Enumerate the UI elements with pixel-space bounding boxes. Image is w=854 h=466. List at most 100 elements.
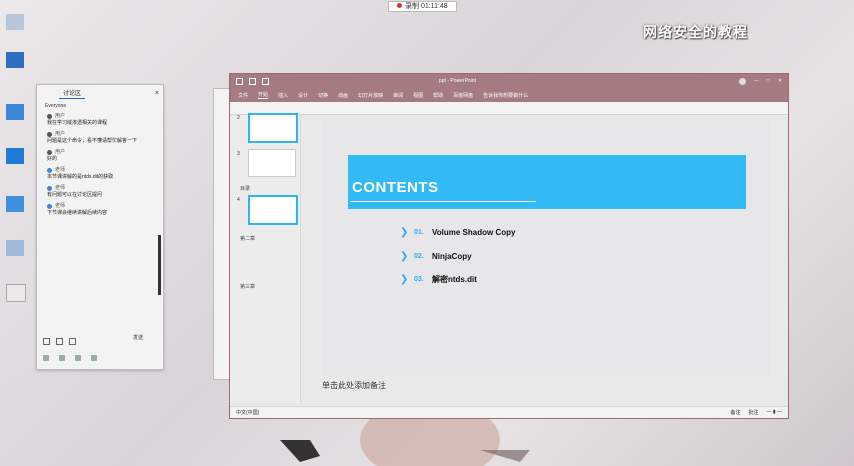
slide-thumbnails: 2 3 目录 4 第二章 第三章 — [230, 113, 301, 403]
tab-view[interactable]: 视图 — [413, 92, 423, 99]
chat-text: 下节课会继续讲解后续内容 — [47, 210, 108, 216]
notes-pane[interactable]: 单击此处添加备注 — [322, 380, 386, 391]
chat-text: 问题是这个命令，看不懂请帮忙解答一下 — [47, 138, 138, 144]
section-label[interactable]: 第三章 — [240, 283, 255, 290]
thumb-number: 4 — [237, 197, 240, 203]
item-text: NinjaCopy — [432, 252, 472, 261]
title-underline — [350, 201, 536, 202]
section-label[interactable]: 目录 — [240, 185, 250, 192]
chat-sender: 老师 — [55, 185, 66, 191]
file-icon[interactable] — [69, 338, 76, 345]
close-icon[interactable]: ✕ — [778, 78, 782, 84]
zoom-slider[interactable]: — ▮ — — [766, 409, 782, 416]
camera-icon[interactable] — [59, 355, 65, 361]
close-icon[interactable]: × — [155, 90, 159, 97]
ribbon-tabs: 文件 开始 插入 设计 切换 动画 幻灯片放映 审阅 视图 帮助 百度网盘 告诉… — [230, 88, 788, 102]
tab-design[interactable]: 设计 — [298, 92, 308, 99]
item-number: 03. — [414, 276, 424, 283]
desktop-icon[interactable] — [6, 284, 26, 302]
tab-transitions[interactable]: 切换 — [318, 92, 328, 99]
notes-button[interactable]: 备注 — [730, 409, 740, 416]
mic-icon[interactable] — [43, 355, 49, 361]
contents-item: ❯ 03. 解密ntds.dit — [400, 274, 477, 285]
desktop-icon[interactable] — [6, 148, 24, 164]
chat-sender: 老师 — [55, 167, 66, 173]
comments-button[interactable]: 批注 — [748, 409, 758, 416]
tab-slideshow[interactable]: 幻灯片放映 — [358, 92, 383, 99]
tab-insert[interactable]: 插入 — [278, 92, 288, 99]
slide-thumbnail[interactable] — [248, 113, 298, 143]
desktop-icon[interactable] — [6, 240, 24, 256]
minimize-icon[interactable]: — — [754, 78, 759, 84]
thumb-number: 2 — [237, 115, 240, 121]
tell-me-search[interactable]: 告诉我你想要做什么 — [483, 92, 528, 99]
thumb-number: 3 — [237, 151, 240, 157]
chevron-right-icon: ❯ — [400, 274, 409, 285]
chevron-right-icon: ❯ — [400, 251, 409, 262]
save-icon[interactable] — [236, 77, 243, 85]
window-controls: — □ ✕ — [738, 77, 782, 85]
ribbon-toolbar[interactable] — [230, 102, 788, 115]
title-bar: ppt - PowerPoint — □ ✕ — [230, 74, 788, 88]
chat-panel: 讨论区 × Everyone 用户 我在学习域渗透相关的课程 用户 问题是这个命… — [36, 84, 164, 370]
chat-message: 用户 问题是这个命令，看不懂请帮忙解答一下 — [37, 129, 163, 147]
contents-item: ❯ 01. Volume Shadow Copy — [400, 227, 515, 238]
chat-audience[interactable]: Everyone — [37, 101, 163, 111]
undo-icon[interactable] — [249, 77, 256, 85]
tab-animations[interactable]: 动画 — [338, 92, 348, 99]
desktop-icon[interactable] — [6, 52, 24, 68]
item-number: 01. — [414, 229, 424, 236]
slide-thumbnail[interactable] — [248, 149, 296, 177]
chat-message: 用户 好的 — [37, 147, 163, 165]
send-button[interactable]: 发送 — [133, 334, 143, 341]
slide-thumbnail-current[interactable] — [248, 195, 298, 225]
settings-icon[interactable] — [91, 355, 97, 361]
chat-toolbar — [43, 338, 76, 345]
chat-message: 用户 我在学习域渗透相关的课程 — [37, 111, 163, 129]
chat-text: 本节课讲解的是ntds.dit的获取 — [47, 174, 114, 180]
item-number: 02. — [414, 253, 424, 260]
chat-text: 好的 — [47, 156, 58, 162]
share-icon[interactable] — [75, 355, 81, 361]
tab-netdisk[interactable]: 百度网盘 — [453, 92, 473, 99]
chat-message: 老师 下节课会继续讲解后续内容 — [37, 201, 163, 219]
desktop-icon[interactable] — [6, 14, 24, 30]
maximize-icon[interactable]: □ — [767, 78, 770, 84]
redo-icon[interactable] — [262, 77, 269, 85]
section-label[interactable]: 第二章 — [240, 235, 255, 242]
desktop-icon[interactable] — [6, 196, 24, 212]
chat-message: 老师 本节课讲解的是ntds.dit的获取 — [37, 165, 163, 183]
chat-sender: 用户 — [55, 113, 66, 119]
chat-sender: 用户 — [55, 149, 66, 155]
chat-text: 有问题可以在讨论区提问 — [47, 192, 103, 198]
avatar[interactable] — [738, 77, 746, 85]
chat-scrollbar[interactable] — [158, 235, 161, 295]
chevron-right-icon: ❯ — [400, 227, 409, 238]
slide-title: CONTENTS — [352, 179, 439, 196]
chat-header: 讨论区 × — [37, 85, 163, 101]
chat-text: 我在学习域渗透相关的课程 — [47, 120, 108, 126]
chat-tab[interactable]: 讨论区 — [59, 87, 86, 99]
powerpoint-window: ppt - PowerPoint — □ ✕ 文件 开始 插入 设计 切换 动画… — [229, 73, 789, 419]
tab-review[interactable]: 审阅 — [393, 92, 403, 99]
image-icon[interactable] — [56, 338, 63, 345]
emoji-icon[interactable] — [43, 338, 50, 345]
tab-help[interactable]: 帮助 — [433, 92, 443, 99]
desktop-icon[interactable] — [6, 104, 24, 120]
chat-sender: 用户 — [55, 131, 66, 137]
item-text: Volume Shadow Copy — [432, 228, 516, 237]
channel-watermark: 网络安全的教程 — [643, 24, 748, 40]
quick-access-toolbar — [236, 77, 269, 85]
status-bar: 中文(中国) 备注 批注 — ▮ — — [230, 406, 788, 418]
tab-home[interactable]: 开始 — [258, 91, 269, 99]
slide-canvas[interactable]: CONTENTS ❯ 01. Volume Shadow Copy ❯ 02. … — [322, 117, 770, 377]
language-status[interactable]: 中文(中国) — [236, 409, 259, 416]
chat-footer — [43, 355, 97, 361]
item-text: 解密ntds.dit — [432, 275, 477, 284]
contents-item: ❯ 02. NinjaCopy — [400, 251, 472, 262]
tab-file[interactable]: 文件 — [238, 92, 248, 99]
chat-message: 老师 有问题可以在讨论区提问 — [37, 183, 163, 201]
recording-indicator: 录制 01:11:48 — [388, 1, 457, 12]
document-title: ppt - PowerPoint — [439, 78, 476, 84]
chat-sender: 老师 — [55, 203, 66, 209]
